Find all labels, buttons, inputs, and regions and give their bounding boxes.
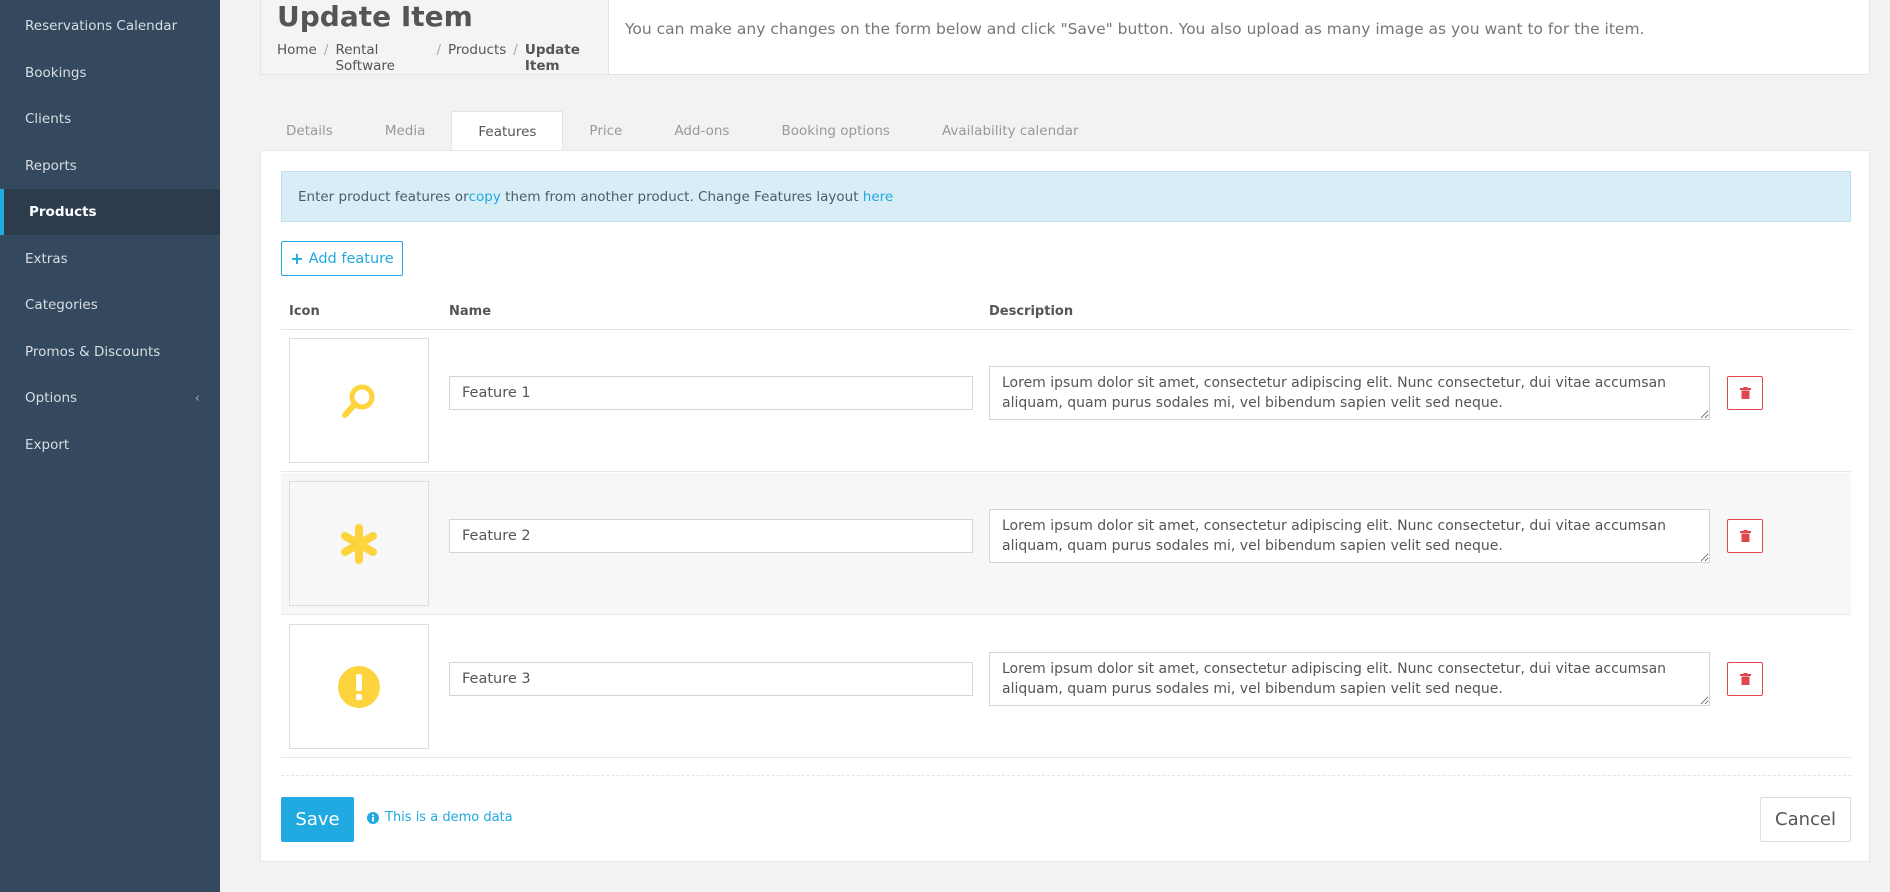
breadcrumb-separator: / xyxy=(513,42,518,58)
sidebar-item-label: Promos & Discounts xyxy=(25,344,161,360)
trash-icon xyxy=(1739,530,1751,542)
sidebar-item-label: Options xyxy=(25,390,78,406)
layout-here-link[interactable]: here xyxy=(863,189,893,205)
alert-text: Enter product features or xyxy=(298,188,469,205)
feature-name-input[interactable] xyxy=(449,519,973,553)
feature-icon-picker[interactable] xyxy=(289,481,429,606)
feature-icon-picker[interactable] xyxy=(289,624,429,749)
sidebar-item-label: Extras xyxy=(25,251,68,267)
asterisk-icon xyxy=(341,523,377,564)
add-feature-label: Add feature xyxy=(308,250,394,267)
feature-description-textarea[interactable]: Lorem ipsum dolor sit amet, consectetur … xyxy=(989,366,1710,420)
exclamation-circle-icon xyxy=(338,665,380,708)
sidebar-item-label: Export xyxy=(25,437,70,453)
feature-name-input[interactable] xyxy=(449,376,973,410)
feature-description-textarea[interactable]: Lorem ipsum dolor sit amet, consectetur … xyxy=(989,652,1710,706)
page-title: Update Item xyxy=(277,0,473,33)
tab-booking-options[interactable]: Booking options xyxy=(755,111,916,151)
copy-link[interactable]: copy xyxy=(469,189,501,205)
magnifier-icon xyxy=(342,384,375,418)
column-header-icon: Icon xyxy=(289,304,320,319)
breadcrumb-separator: / xyxy=(436,42,441,58)
column-header-name: Name xyxy=(449,304,492,319)
table-row: Lorem ipsum dolor sit amet, consectetur … xyxy=(281,473,1851,615)
tab-price[interactable]: Price xyxy=(563,111,648,151)
tab-details[interactable]: Details xyxy=(260,111,359,151)
feature-icon-picker[interactable] xyxy=(289,338,429,463)
info-alert: Enter product features or copy them from… xyxy=(281,171,1851,222)
add-feature-button[interactable]: + Add feature xyxy=(281,241,403,276)
demo-note: This is a demo data xyxy=(367,810,513,825)
page-header: Update Item Home / Rental Software / Pro… xyxy=(260,0,1870,75)
sidebar-item-promos-discounts[interactable]: Promos & Discounts xyxy=(0,329,220,375)
chevron-left-icon: ‹ xyxy=(194,390,200,406)
sidebar-item-label: Categories xyxy=(25,297,98,313)
breadcrumb-products[interactable]: Products xyxy=(448,42,506,74)
page-description: You can make any changes on the form bel… xyxy=(625,20,1645,38)
sidebar-item-products[interactable]: Products xyxy=(0,189,220,235)
feature-description-textarea[interactable]: Lorem ipsum dolor sit amet, consectetur … xyxy=(989,509,1710,563)
tab-features[interactable]: Features xyxy=(451,111,564,151)
features-panel: Enter product features or copy them from… xyxy=(260,150,1870,862)
breadcrumb-current: Update Item xyxy=(524,42,580,74)
sidebar-item-reservations-calendar[interactable]: Reservations Calendar xyxy=(0,3,220,49)
save-button[interactable]: Save xyxy=(281,797,354,842)
sidebar-item-bookings[interactable]: Bookings xyxy=(0,50,220,96)
sidebar-item-label: Reservations Calendar xyxy=(25,18,178,34)
breadcrumb-rental-software[interactable]: Rental Software xyxy=(335,42,429,74)
breadcrumb: Home / Rental Software / Products / Upda… xyxy=(277,42,608,74)
sidebar-item-label: Bookings xyxy=(25,65,87,81)
item-tabs: Details Media Features Price Add-ons Boo… xyxy=(260,111,1105,151)
sidebar-item-options[interactable]: Options ‹ xyxy=(0,375,220,421)
form-footer-divider xyxy=(281,775,1851,776)
tab-add-ons[interactable]: Add-ons xyxy=(648,111,755,151)
sidebar-item-label: Clients xyxy=(25,111,72,127)
sidebar-item-extras[interactable]: Extras xyxy=(0,236,220,282)
feature-name-input[interactable] xyxy=(449,662,973,696)
table-row: Lorem ipsum dolor sit amet, consectetur … xyxy=(281,330,1851,472)
demo-note-text: This is a demo data xyxy=(385,810,513,825)
tab-media[interactable]: Media xyxy=(359,111,452,151)
sidebar-item-clients[interactable]: Clients xyxy=(0,96,220,142)
table-row: Lorem ipsum dolor sit amet, consectetur … xyxy=(281,616,1851,758)
sidebar-item-label: Products xyxy=(29,204,97,220)
sidebar-item-categories[interactable]: Categories xyxy=(0,282,220,328)
delete-feature-button[interactable] xyxy=(1727,519,1763,553)
alert-text: them from another product. Change Featur… xyxy=(500,188,863,205)
plus-icon: + xyxy=(290,249,304,268)
sidebar-item-reports[interactable]: Reports xyxy=(0,143,220,189)
column-header-description: Description xyxy=(989,304,1074,319)
cancel-button[interactable]: Cancel xyxy=(1760,797,1851,842)
trash-icon xyxy=(1739,387,1751,399)
sidebar: Reservations Calendar Bookings Clients R… xyxy=(0,0,220,892)
sidebar-item-label: Reports xyxy=(25,158,77,174)
info-icon xyxy=(367,811,379,824)
tab-availability-calendar[interactable]: Availability calendar xyxy=(916,111,1105,151)
breadcrumb-separator: / xyxy=(323,42,329,58)
delete-feature-button[interactable] xyxy=(1727,376,1763,410)
trash-icon xyxy=(1739,673,1751,685)
delete-feature-button[interactable] xyxy=(1727,662,1763,696)
sidebar-item-export[interactable]: Export xyxy=(0,422,220,468)
breadcrumb-home[interactable]: Home xyxy=(277,42,317,74)
title-block: Update Item Home / Rental Software / Pro… xyxy=(261,0,609,74)
